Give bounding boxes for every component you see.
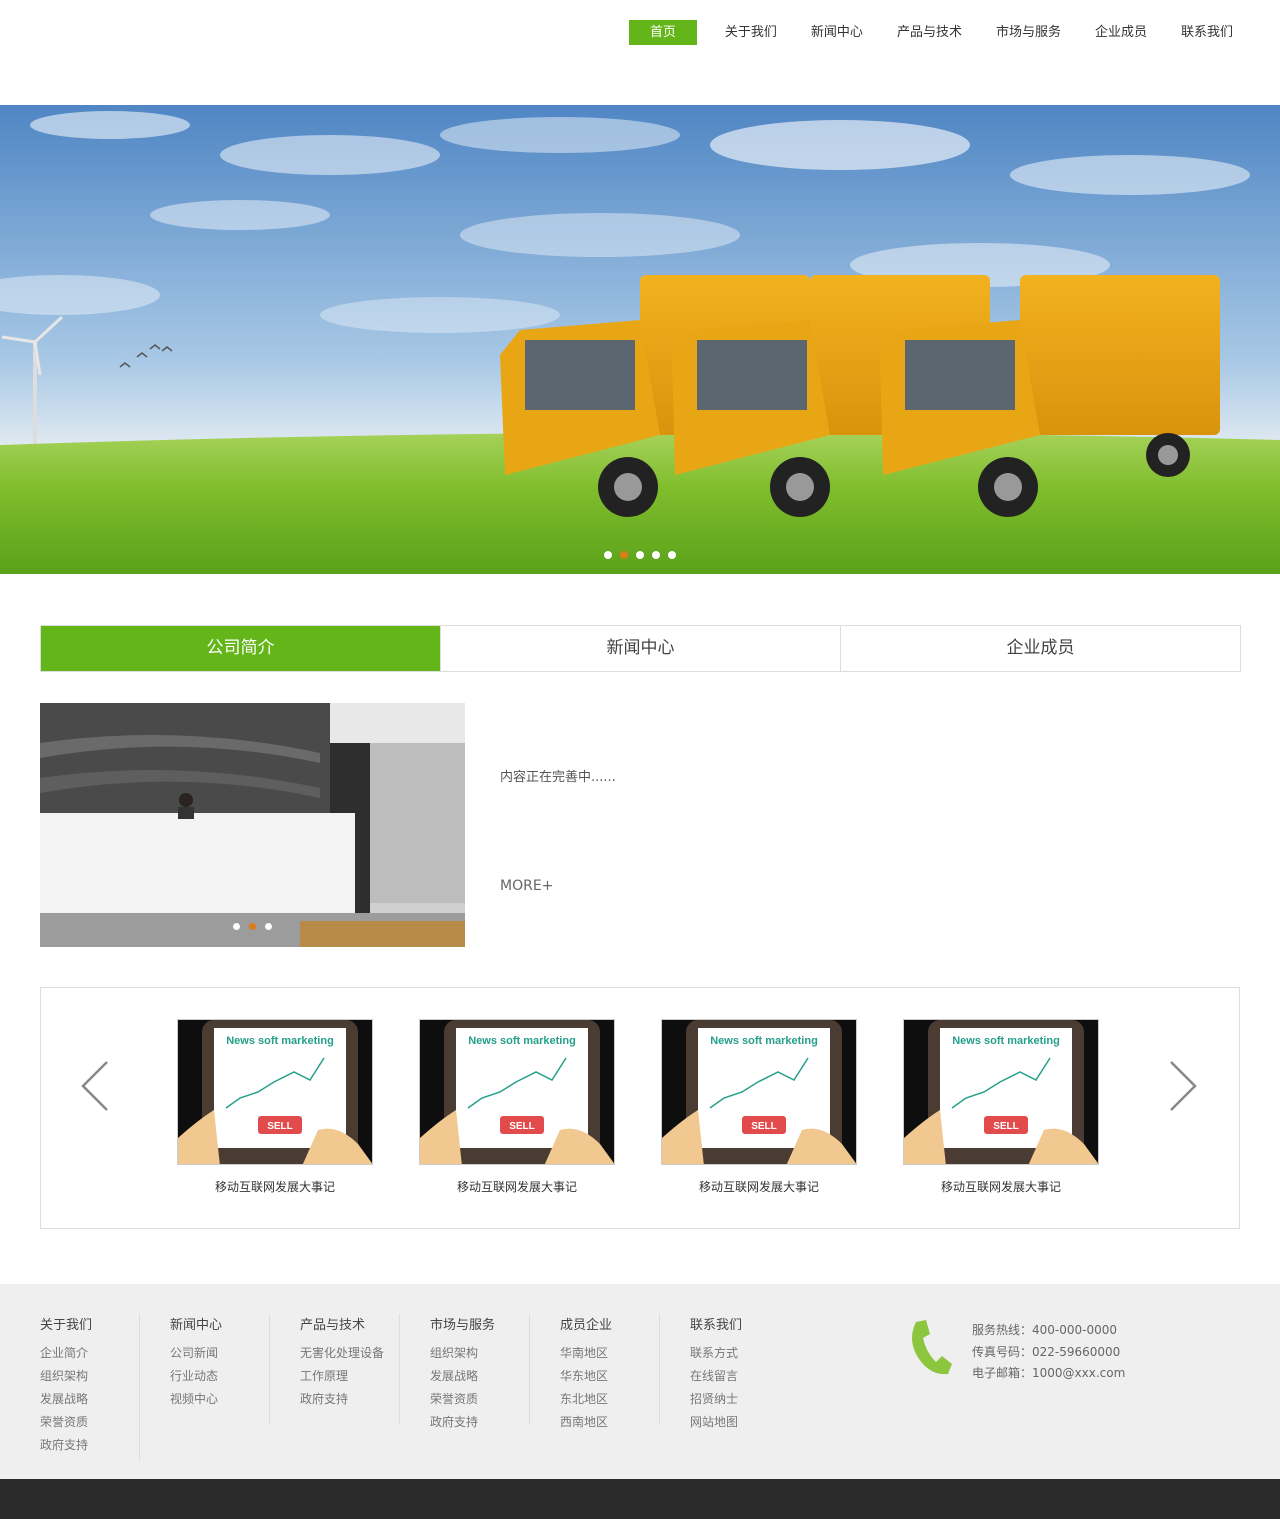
footer-link[interactable]: 华东地区: [560, 1365, 659, 1388]
tablet-chart-image: News soft marketing SELL: [904, 1020, 1098, 1164]
nav-item-members[interactable]: 企业成员: [1078, 20, 1164, 45]
intro-dot-active[interactable]: [249, 923, 256, 930]
footer-col-title: 产品与技术: [300, 1318, 366, 1333]
footer-col-contact: 联系我们 联系方式 在线留言 招贤纳士 网站地图: [690, 1314, 790, 1429]
phone-icon: [912, 1320, 952, 1375]
chevron-left-icon[interactable]: [79, 1060, 111, 1112]
footer-col-news: 新闻中心 公司新闻 行业动态 视频中心: [170, 1314, 270, 1424]
footer-col-title: 联系我们: [690, 1318, 743, 1333]
footer-link[interactable]: 视频中心: [170, 1388, 269, 1411]
footer-link[interactable]: 荣誉资质: [430, 1388, 529, 1411]
intro-dots: [233, 923, 272, 930]
footer-col-title: 成员企业: [560, 1318, 613, 1333]
footer-link[interactable]: 网站地图: [690, 1411, 790, 1434]
news-card[interactable]: News soft marketing SELL 移动互联网发展大事记: [661, 1019, 857, 1195]
footer-link[interactable]: 组织架构: [40, 1365, 139, 1388]
intro-dot[interactable]: [265, 923, 272, 930]
footer-link[interactable]: 组织架构: [430, 1342, 529, 1365]
footer-link[interactable]: 政府支持: [40, 1434, 139, 1457]
footer-link[interactable]: 发展战略: [40, 1388, 139, 1411]
card-image: News soft marketing SELL: [661, 1019, 857, 1165]
more-link[interactable]: MORE+: [500, 878, 553, 894]
card-image-caption: News soft marketing: [952, 1035, 1060, 1047]
card-image-button: SELL: [751, 1121, 777, 1132]
nav-item-contact[interactable]: 联系我们: [1164, 20, 1250, 45]
footer-link[interactable]: 行业动态: [170, 1365, 269, 1388]
intro-dot[interactable]: [233, 923, 240, 930]
bottom-bar: [0, 1479, 1280, 1519]
banner-dot-active[interactable]: [620, 551, 628, 559]
footer-col-title: 关于我们: [40, 1318, 93, 1333]
footer-link[interactable]: 无害化处理设备: [300, 1342, 399, 1365]
footer-link[interactable]: 荣誉资质: [40, 1411, 139, 1434]
card-image-caption: News soft marketing: [710, 1035, 818, 1047]
footer-link[interactable]: 发展战略: [430, 1365, 529, 1388]
footer-link[interactable]: 华南地区: [560, 1342, 659, 1365]
nav-item-market[interactable]: 市场与服务: [979, 20, 1078, 45]
nav-item-home[interactable]: 首页: [628, 20, 697, 45]
email-text: 电子邮箱：1000@xxx.com: [972, 1366, 1126, 1380]
card-image: News soft marketing SELL: [903, 1019, 1099, 1165]
contact-info: 服务热线：400-000-0000 传真号码：022-59660000 电子邮箱…: [908, 1318, 1125, 1382]
fax-text: 传真号码：022-59660000: [972, 1344, 1121, 1359]
card-image-caption: News soft marketing: [468, 1035, 576, 1047]
news-card[interactable]: News soft marketing SELL 移动互联网发展大事记: [177, 1019, 373, 1195]
footer-link[interactable]: 西南地区: [560, 1411, 659, 1434]
nav-item-news[interactable]: 新闻中心: [794, 20, 880, 45]
hero-banner: [0, 105, 1280, 574]
banner-dot[interactable]: [668, 551, 676, 559]
tab-news-center[interactable]: 新闻中心: [441, 626, 841, 671]
news-carousel: News soft marketing SELL 移动互联网发展大事记 News…: [40, 987, 1240, 1229]
footer-link[interactable]: 联系方式: [690, 1342, 790, 1365]
banner-dot[interactable]: [604, 551, 612, 559]
chevron-right-icon[interactable]: [1167, 1060, 1199, 1112]
footer-link[interactable]: 政府支持: [430, 1411, 529, 1434]
nav-item-about[interactable]: 关于我们: [708, 20, 794, 45]
card-title: 移动互联网发展大事记: [214, 1180, 335, 1194]
card-image-button: SELL: [509, 1121, 535, 1132]
contact-lines: 服务热线：400-000-0000 传真号码：022-59660000 电子邮箱…: [972, 1320, 1232, 1385]
card-title: 移动互联网发展大事记: [940, 1180, 1061, 1194]
card-title: 移动互联网发展大事记: [456, 1180, 577, 1194]
card-image-caption: News soft marketing: [226, 1035, 334, 1047]
banner-dot[interactable]: [636, 551, 644, 559]
site-header: 首页 关于我们 新闻中心 产品与技术 市场与服务 企业成员 联系我们: [0, 0, 1280, 105]
tab-enterprise-members[interactable]: 企业成员: [841, 626, 1240, 671]
main-nav: 首页 关于我们 新闻中心 产品与技术 市场与服务 企业成员 联系我们: [628, 20, 1250, 45]
card-image-button: SELL: [267, 1121, 293, 1132]
footer-col-title: 新闻中心: [170, 1318, 223, 1333]
news-card[interactable]: News soft marketing SELL 移动互联网发展大事记: [419, 1019, 615, 1195]
card-image-button: SELL: [993, 1121, 1019, 1132]
tablet-chart-image: News soft marketing SELL: [420, 1020, 614, 1164]
tablet-chart-image: News soft marketing SELL: [178, 1020, 372, 1164]
footer-col-about: 关于我们 企业简介 组织架构 发展战略 荣誉资质 政府支持: [40, 1314, 140, 1460]
footer-link[interactable]: 在线留言: [690, 1365, 790, 1388]
footer-link[interactable]: 公司新闻: [170, 1342, 269, 1365]
section-tabs: 公司简介 新闻中心 企业成员: [40, 625, 1241, 672]
tab-company-intro[interactable]: 公司简介: [41, 626, 441, 671]
banner-dots: [604, 551, 676, 559]
footer-col-market: 市场与服务 组织架构 发展战略 荣誉资质 政府支持: [430, 1314, 530, 1429]
news-card[interactable]: News soft marketing SELL 移动互联网发展大事记: [903, 1019, 1099, 1195]
footer-link[interactable]: 政府支持: [300, 1388, 399, 1411]
tablet-chart-image: News soft marketing SELL: [662, 1020, 856, 1164]
footer-col-title: 市场与服务: [430, 1318, 496, 1333]
site-footer: 关于我们 企业简介 组织架构 发展战略 荣誉资质 政府支持 新闻中心 公司新闻 …: [0, 1284, 1280, 1479]
footer-link[interactable]: 工作原理: [300, 1365, 399, 1388]
card-image: News soft marketing SELL: [177, 1019, 373, 1165]
card-title: 移动互联网发展大事记: [698, 1180, 819, 1194]
lobby-image: [40, 703, 465, 947]
footer-link[interactable]: 东北地区: [560, 1388, 659, 1411]
footer-col-members: 成员企业 华南地区 华东地区 东北地区 西南地区: [560, 1314, 660, 1429]
footer-link[interactable]: 招贤纳士: [690, 1388, 790, 1411]
card-image: News soft marketing SELL: [419, 1019, 615, 1165]
intro-text: 内容正在完善中......: [500, 770, 616, 785]
intro-image-slider: [40, 703, 465, 947]
banner-dot[interactable]: [652, 551, 660, 559]
banner-image: [0, 105, 1280, 574]
hotline-text: 服务热线：400-000-0000: [972, 1323, 1118, 1337]
footer-col-products: 产品与技术 无害化处理设备 工作原理 政府支持: [300, 1314, 400, 1424]
footer-link[interactable]: 企业简介: [40, 1342, 139, 1365]
nav-item-products[interactable]: 产品与技术: [880, 20, 979, 45]
